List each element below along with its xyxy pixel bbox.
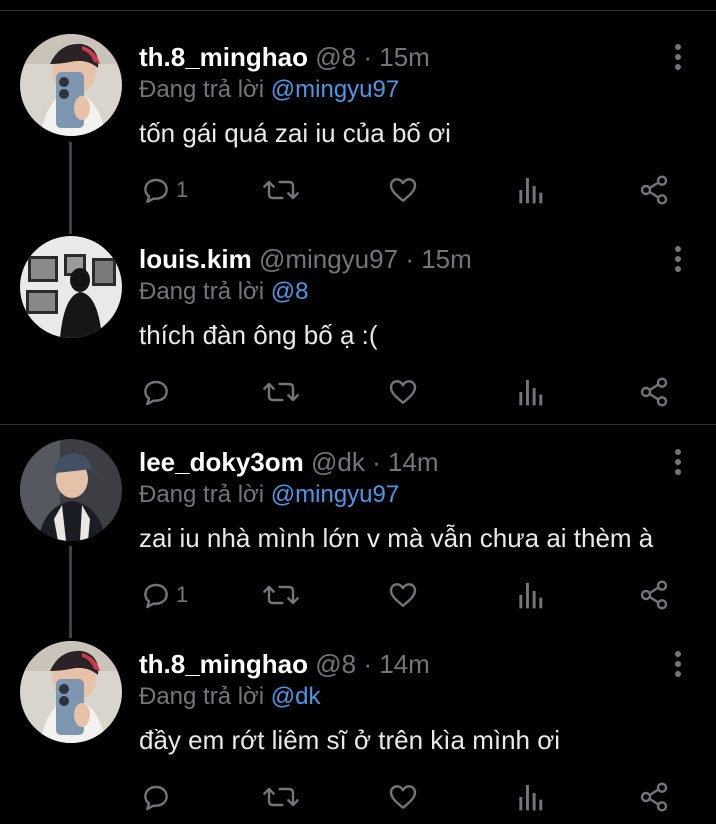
more-vertical-icon[interactable] [664,649,692,679]
avatar[interactable] [20,439,122,541]
retweet-icon [263,382,299,402]
share-button[interactable] [638,779,670,815]
analytics-bars-icon [519,380,543,406]
replying-to-mention[interactable]: @mingyu97 [271,481,399,508]
tweet[interactable]: th.8_minghao @8 · 14m Đang trả lời @dk đ… [0,607,716,812]
analytics-bars-icon [519,785,543,811]
timestamp: 14m [379,649,430,679]
reply-count: 1 [176,177,189,202]
separator-dot: · [363,42,373,72]
replying-label: Đang trả lời [139,481,265,508]
tweet[interactable]: lee_doky3om @dk · 14m Đang trả lời @ming… [0,405,716,610]
replying-to: Đang trả lời @dk [139,681,321,713]
replying-to: Đang trả lời @mingyu97 [139,479,399,511]
more-vertical-icon[interactable] [664,244,692,274]
retweet-icon [263,787,299,807]
username-handle[interactable]: @8 [315,42,356,72]
tweet-actions [0,779,716,819]
display-name[interactable]: louis.kim [139,244,252,274]
views-button[interactable] [516,779,544,815]
reply-button[interactable] [140,779,176,815]
tweet[interactable]: louis.kim @mingyu97 · 15m Đang trả lời @… [0,202,716,407]
more-vertical-icon[interactable] [664,447,692,477]
username-handle[interactable]: @mingyu97 [259,244,398,274]
retweet-button[interactable] [262,779,300,815]
reply-count: 1 [176,582,189,607]
tweet-header: lee_doky3om @dk · 14m [139,445,439,479]
display-name[interactable]: th.8_minghao [139,649,308,679]
more-vertical-icon[interactable] [664,42,692,72]
replying-label: Đang trả lời [139,278,265,305]
heart-icon [389,785,417,809]
timestamp: 15m [421,244,472,274]
username-handle[interactable]: @dk [311,447,365,477]
separator-dot: · [363,649,373,679]
tweet-header: th.8_minghao @8 · 14m [139,647,430,681]
tweet-header: th.8_minghao @8 · 15m [139,40,430,74]
share-icon [640,782,668,812]
tweet-text: zai iu nhà mình lớn v mà vẫn chưa ai thè… [139,523,654,553]
separator-dot: · [405,244,414,274]
replying-to-mention[interactable]: @mingyu97 [271,76,399,103]
avatar[interactable] [20,34,122,136]
heart-icon [389,380,417,404]
replying-to: Đang trả lời @mingyu97 [139,74,399,106]
replying-label: Đang trả lời [139,76,265,103]
display-name[interactable]: lee_doky3om [139,447,304,477]
tweet-text: thích đàn ông bố ạ :( [139,320,378,350]
reply-bubble-icon [144,380,168,406]
avatar[interactable] [20,641,122,743]
username-handle[interactable]: @8 [315,649,356,679]
replying-to: Đang trả lời @8 [139,276,309,308]
replying-label: Đang trả lời [139,683,265,710]
avatar[interactable] [20,236,122,338]
display-name[interactable]: th.8_minghao [139,42,308,72]
tweet-text: đầy em rớt liêm sĩ ở trên kìa mình ơi [139,725,561,755]
replying-to-mention[interactable]: @8 [271,278,309,305]
timestamp: 14m [387,447,439,477]
separator-dot: · [372,447,381,477]
timestamp: 15m [379,42,430,72]
reply-bubble-icon [144,785,168,811]
share-icon [640,377,668,407]
tweet[interactable]: th.8_minghao @8 · 15m Đang trả lời @ming… [0,0,716,205]
replying-to-mention[interactable]: @dk [271,683,321,710]
like-button[interactable] [387,779,419,815]
tweet-header: louis.kim @mingyu97 · 15m [139,242,472,276]
tweet-text: tốn gái quá zai iu của bố ơi [139,118,451,148]
